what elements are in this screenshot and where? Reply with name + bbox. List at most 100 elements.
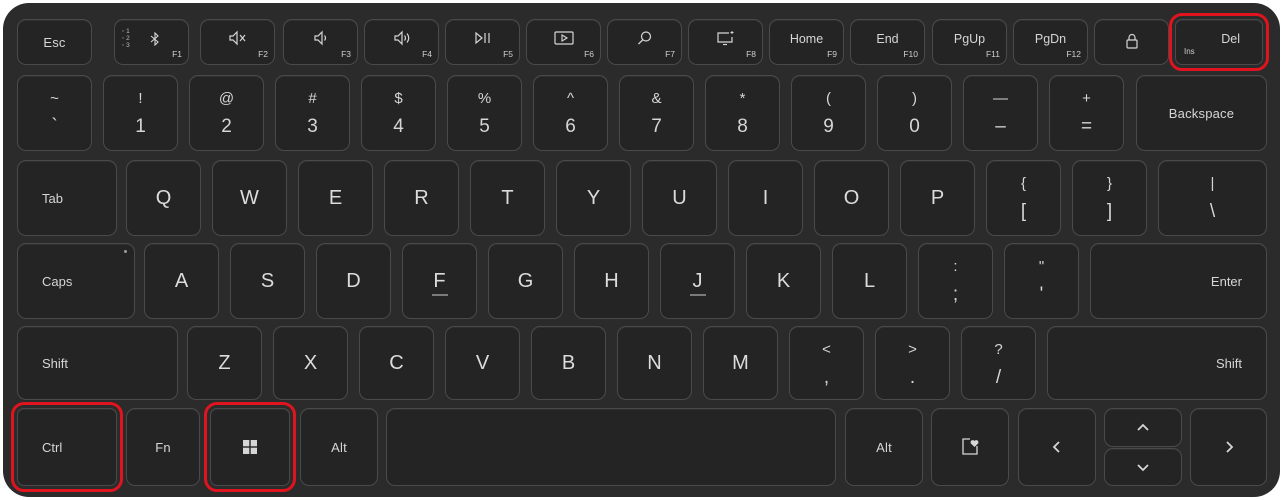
key-5[interactable]: % 5 [447,75,522,151]
key-d[interactable]: D [316,243,391,319]
key-b[interactable]: B [531,326,606,400]
key-top-char: ? [994,341,1003,358]
key-w[interactable]: W [212,160,287,236]
key-backslash[interactable]: | \ [1158,160,1267,236]
f1-bluetooth-key[interactable]: ◦ 1 ◦ 2 ◦ 3 F1 [114,19,189,65]
key-v[interactable]: V [445,326,520,400]
pgdn-key[interactable]: PgDn F12 [1013,19,1088,65]
key-letter: D [346,269,361,292]
end-label: End [876,32,899,46]
key-letter: S [260,269,275,292]
home-label: Home [789,32,824,46]
key-bottom-char: 4 [393,116,404,137]
key-semicolon[interactable]: : ; [918,243,993,319]
key-n[interactable]: N [617,326,692,400]
key-g[interactable]: G [488,243,563,319]
key-q[interactable]: Q [126,160,201,236]
backspace-label: Backspace [1168,105,1235,121]
tab-key[interactable]: Tab [17,160,117,236]
f11-label: F11 [985,49,1000,59]
key-s[interactable]: S [230,243,305,319]
key-6[interactable]: ^ 6 [533,75,608,151]
spacebar[interactable] [386,408,836,486]
key-1[interactable]: ! 1 [103,75,178,151]
key-2[interactable]: @ 2 [189,75,264,151]
key-h[interactable]: H [574,243,649,319]
key-tilde[interactable]: ~ ` [17,75,92,151]
key-left-bracket[interactable]: { [ [986,160,1061,236]
pgup-key[interactable]: PgUp F11 [932,19,1007,65]
backspace-key[interactable]: Backspace [1136,75,1267,151]
f6-media-key[interactable]: F6 [526,19,601,65]
f5-play-pause-key[interactable]: F5 [445,19,520,65]
key-8[interactable]: * 8 [705,75,780,151]
f3-volume-down-key[interactable]: F3 [283,19,358,65]
lock-key[interactable] [1094,19,1169,65]
key-x[interactable]: X [273,326,348,400]
key-u[interactable]: U [642,160,717,236]
key-slash[interactable]: ? / [961,326,1036,400]
key-f[interactable]: F [402,243,477,319]
key-y[interactable]: Y [556,160,631,236]
key-r[interactable]: R [384,160,459,236]
key-7[interactable]: & 7 [619,75,694,151]
key-top-char: " [1038,258,1045,275]
home-key[interactable]: Home F9 [769,19,844,65]
windows-key[interactable] [204,402,296,492]
left-alt-key[interactable]: Alt [300,408,378,486]
key-bottom-char: ' [1039,284,1044,305]
arrow-up-key[interactable] [1104,408,1182,447]
key-t[interactable]: T [470,160,545,236]
key-3[interactable]: # 3 [275,75,350,151]
emoji-heart-icon [932,409,1008,485]
pgdn-label: PgDn [1034,32,1067,46]
key-bottom-char: 0 [909,116,920,137]
screen-snip-icon [689,30,762,46]
key-comma[interactable]: < , [789,326,864,400]
key-e[interactable]: E [298,160,373,236]
ctrl-key[interactable]: Ctrl [11,402,123,492]
f2-mute-key[interactable]: F2 [200,19,275,65]
key-j[interactable]: J [660,243,735,319]
key-i[interactable]: I [728,160,803,236]
key-quote[interactable]: " ' [1004,243,1079,319]
key-p[interactable]: P [900,160,975,236]
f8-screenshot-key[interactable]: F8 [688,19,763,65]
esc-key[interactable]: Esc [17,19,92,65]
alt-label: Alt [331,439,347,455]
key-period[interactable]: > . [875,326,950,400]
key-a[interactable]: A [144,243,219,319]
key-9[interactable]: ( 9 [791,75,866,151]
right-alt-key[interactable]: Alt [845,408,923,486]
key-l[interactable]: L [832,243,907,319]
caps-lock-key[interactable]: Caps [17,243,135,319]
end-key[interactable]: End F10 [850,19,925,65]
key-0[interactable]: ) 0 [877,75,952,151]
key-z[interactable]: Z [187,326,262,400]
arrow-down-key[interactable] [1104,448,1182,486]
del-key[interactable]: Del Ins [1169,13,1269,71]
key-4[interactable]: $ 4 [361,75,436,151]
key-bottom-char: [ [1020,201,1027,222]
key-letter: K [776,269,791,292]
left-shift-key[interactable]: Shift [17,326,178,400]
emoji-key[interactable] [931,408,1009,486]
key-top-char: # [308,90,317,107]
key-bottom-char: 7 [651,116,662,137]
key-equals[interactable]: + = [1049,75,1124,151]
key-k[interactable]: K [746,243,821,319]
key-o[interactable]: O [814,160,889,236]
fn-key[interactable]: Fn [126,408,200,486]
arrow-right-key[interactable] [1190,408,1267,486]
key-minus[interactable]: — – [963,75,1038,151]
key-c[interactable]: C [359,326,434,400]
key-top-char: ) [912,90,917,107]
key-m[interactable]: M [703,326,778,400]
key-letter: C [389,351,404,374]
f7-search-key[interactable]: F7 [607,19,682,65]
f4-volume-up-key[interactable]: F4 [364,19,439,65]
key-right-bracket[interactable]: } ] [1072,160,1147,236]
arrow-left-key[interactable] [1018,408,1096,486]
right-shift-key[interactable]: Shift [1047,326,1267,400]
enter-key[interactable]: Enter [1090,243,1267,319]
